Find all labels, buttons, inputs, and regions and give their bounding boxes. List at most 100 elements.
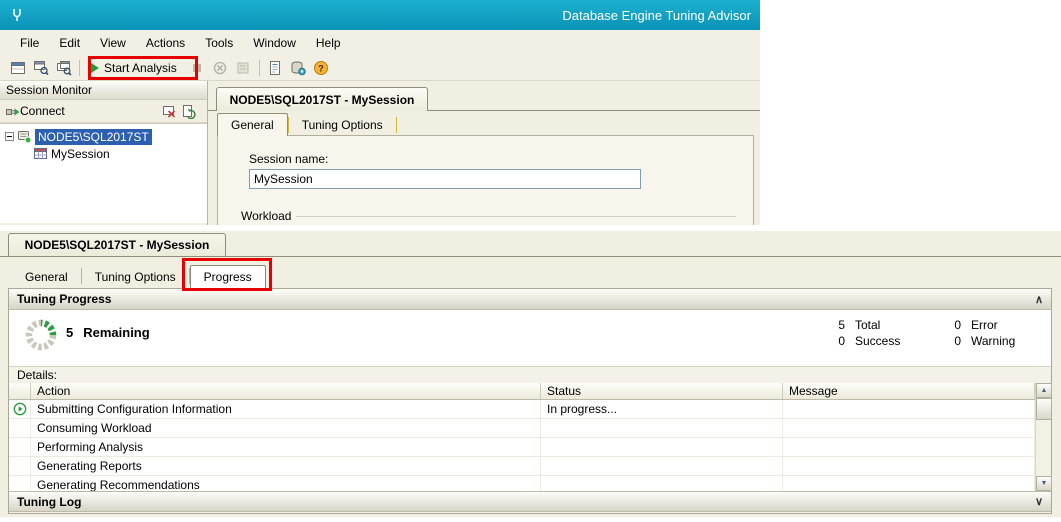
cell-message xyxy=(783,400,1035,418)
tree-item-session[interactable]: MySession xyxy=(0,145,207,162)
title-bar: Database Engine Tuning Advisor xyxy=(0,0,760,30)
cell-action: Consuming Workload xyxy=(31,419,541,437)
cell-action: Generating Reports xyxy=(31,457,541,475)
remaining-label: Remaining xyxy=(83,325,149,340)
tab-progress[interactable]: Progress xyxy=(190,265,266,288)
stat-success-label: Success xyxy=(845,334,947,348)
divider xyxy=(0,256,1061,257)
tab-general[interactable]: General xyxy=(217,113,288,136)
start-analysis-button[interactable]: Start Analysis xyxy=(84,59,186,77)
connect-button[interactable]: Connect xyxy=(20,104,65,118)
session-tree: NODE5\SQL2017ST MySession xyxy=(0,123,207,223)
menu-file[interactable]: File xyxy=(10,31,49,55)
document-tab[interactable]: NODE5\SQL2017ST - MySession xyxy=(216,87,428,111)
connect-icon xyxy=(5,104,20,119)
toolbar-separator xyxy=(259,60,260,76)
table-row[interactable]: Consuming Workload xyxy=(9,419,1035,438)
collapse-chevron-icon[interactable]: ∧ xyxy=(1035,293,1043,306)
open-session-icon[interactable] xyxy=(29,58,52,79)
menu-actions[interactable]: Actions xyxy=(136,31,195,55)
details-label: Details: xyxy=(17,368,57,382)
scroll-up-button[interactable]: ▲ xyxy=(1036,383,1052,398)
menu-tools[interactable]: Tools xyxy=(195,31,243,55)
tree-session-label[interactable]: MySession xyxy=(51,147,110,161)
tuning-log-title: Tuning Log xyxy=(17,495,81,509)
tuning-progress-header[interactable]: Tuning Progress ∧ xyxy=(9,289,1051,310)
header-status[interactable]: Status xyxy=(541,383,783,399)
tab-general[interactable]: General xyxy=(12,266,81,288)
header-message[interactable]: Message xyxy=(783,383,1035,399)
vertical-scrollbar[interactable]: ▲ ▼ xyxy=(1035,383,1051,491)
tab-strip: General Tuning Options xyxy=(217,114,397,136)
cell-status xyxy=(541,438,783,456)
document-tab-label: NODE5\SQL2017ST - MySession xyxy=(25,238,210,252)
remaining-count: 5 Remaining xyxy=(66,325,150,340)
toolbar: Start Analysis ? xyxy=(0,56,760,81)
preview-report-icon[interactable] xyxy=(264,58,287,79)
row-indicator xyxy=(9,476,31,491)
group-box-line xyxy=(296,216,736,217)
session-name-label: Session name: xyxy=(249,152,328,166)
tuning-options-icon[interactable] xyxy=(287,58,310,79)
session-name-input[interactable] xyxy=(249,169,641,189)
stat-warning-value: 0 xyxy=(947,334,961,348)
cell-status xyxy=(541,457,783,475)
cell-action: Generating Recommendations xyxy=(31,476,541,491)
session-icon xyxy=(33,146,48,161)
expand-chevron-icon[interactable]: ∨ xyxy=(1035,495,1043,508)
tree-item-server[interactable]: NODE5\SQL2017ST xyxy=(0,128,207,145)
new-session-icon[interactable] xyxy=(6,58,29,79)
header-indicator-column[interactable] xyxy=(9,383,31,399)
refresh-icon[interactable] xyxy=(181,104,196,119)
start-analysis-play-icon xyxy=(91,63,99,73)
stat-success-value: 0 xyxy=(831,334,845,348)
menu-help[interactable]: Help xyxy=(306,31,351,55)
collapse-expander-icon[interactable] xyxy=(5,132,14,141)
document-tab[interactable]: NODE5\SQL2017ST - MySession xyxy=(8,233,226,256)
table-row[interactable]: Generating Reports xyxy=(9,457,1035,476)
in-progress-icon xyxy=(9,400,31,418)
cell-message xyxy=(783,457,1035,475)
server-icon xyxy=(17,129,32,144)
dta-progress-view: NODE5\SQL2017ST - MySession General Tuni… xyxy=(0,231,1061,517)
dta-main-window: Database Engine Tuning Advisor File Edit… xyxy=(0,0,760,225)
session-monitor-title: Session Monitor xyxy=(6,83,92,97)
start-analysis-label: Start Analysis xyxy=(104,61,177,75)
cell-status xyxy=(541,476,783,491)
session-monitor-panel: Session Monitor Connect NO xyxy=(0,81,208,225)
help-icon[interactable]: ? xyxy=(310,58,333,79)
scrollbar-thumb[interactable] xyxy=(1036,398,1052,420)
svg-text:?: ? xyxy=(318,64,324,74)
pause-analysis-icon[interactable] xyxy=(186,58,209,79)
menu-window[interactable]: Window xyxy=(243,31,306,55)
app-icon xyxy=(9,7,25,23)
table-row[interactable]: Submitting Configuration Information In … xyxy=(9,400,1035,419)
row-indicator xyxy=(9,457,31,475)
details-strip: Details: xyxy=(9,367,1051,383)
session-monitor-icon[interactable] xyxy=(52,58,75,79)
table-row[interactable]: Performing Analysis xyxy=(9,438,1035,457)
cell-status: In progress... xyxy=(541,400,783,418)
tab-tuning-options[interactable]: Tuning Options xyxy=(289,114,396,136)
scroll-down-button[interactable]: ▼ xyxy=(1036,476,1052,491)
tab-strip: General Tuning Options Progress xyxy=(12,263,266,288)
header-action[interactable]: Action xyxy=(31,383,541,399)
tuning-log-header[interactable]: Tuning Log ∨ xyxy=(9,491,1051,512)
menu-view[interactable]: View xyxy=(90,31,136,55)
scroll-up-icon: ▲ xyxy=(1041,387,1048,394)
tab-tuning-options[interactable]: Tuning Options xyxy=(82,266,189,288)
menu-edit[interactable]: Edit xyxy=(49,31,90,55)
progress-spinner-icon xyxy=(23,317,59,353)
apply-recommendations-icon[interactable] xyxy=(232,58,255,79)
cell-message xyxy=(783,476,1035,491)
stat-error-value: 0 xyxy=(947,318,961,332)
details-table-body: Submitting Configuration Information In … xyxy=(9,400,1035,491)
session-monitor-header: Session Monitor xyxy=(0,81,207,100)
stat-total-label: Total xyxy=(845,318,947,332)
stop-monitoring-icon[interactable] xyxy=(162,104,177,119)
stop-analysis-icon[interactable] xyxy=(209,58,232,79)
tree-server-label[interactable]: NODE5\SQL2017ST xyxy=(35,129,152,145)
toolbar-separator xyxy=(79,60,80,76)
table-row[interactable]: Generating Recommendations xyxy=(9,476,1035,491)
workload-group-label: Workload xyxy=(241,209,291,223)
